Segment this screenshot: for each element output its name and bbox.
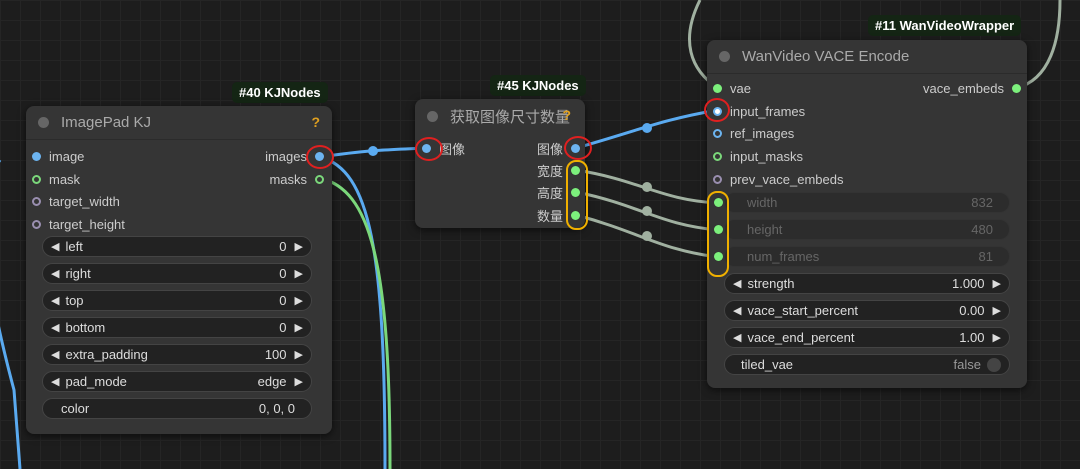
- highlight-circle: [704, 98, 730, 122]
- highlight-circle: [415, 137, 443, 161]
- node-title[interactable]: 获取图像尺寸数量: [415, 99, 585, 133]
- collapse-dot-icon[interactable]: [38, 117, 49, 128]
- title-text: ImagePad KJ: [61, 114, 152, 131]
- widget-color[interactable]: color 0, 0, 0: [42, 398, 312, 419]
- help-icon[interactable]: ?: [562, 107, 571, 123]
- node-imagepad-kj[interactable]: ImagePad KJ ? image mask target_width ta…: [26, 106, 332, 434]
- widget-vace-end-percent[interactable]: ◀ vace_end_percent 1.00 ▶: [724, 327, 1010, 348]
- highlight-circle: [564, 136, 592, 160]
- node-badge: #40 KJNodes: [232, 82, 328, 103]
- widget-num-frames: num_frames 81: [724, 246, 1010, 267]
- widget-height: height 480: [724, 219, 1010, 240]
- collapse-dot-icon[interactable]: [427, 110, 438, 122]
- highlight-oval: [707, 191, 729, 277]
- widget-right[interactable]: ◀ right 0 ▶: [42, 263, 312, 284]
- node-title[interactable]: ImagePad KJ: [26, 106, 332, 140]
- title-text: 获取图像尺寸数量: [450, 108, 571, 126]
- wire-image-in: [0, 160, 22, 469]
- highlight-oval: [566, 160, 588, 230]
- node-get-image-size[interactable]: 获取图像尺寸数量 ? 图像 图像 宽度 高度 数量: [415, 99, 585, 228]
- widget-left[interactable]: ◀ left 0 ▶: [42, 236, 312, 257]
- widget-extra-padding[interactable]: ◀ extra_padding 100 ▶: [42, 344, 312, 365]
- toggle-knob-icon: [987, 357, 1001, 372]
- output-masks[interactable]: masks: [269, 170, 324, 188]
- input-target-width[interactable]: target_width: [32, 192, 120, 210]
- input-target-height[interactable]: target_height: [32, 215, 125, 233]
- widget-pad-mode[interactable]: ◀ pad_mode edge ▶: [42, 371, 312, 392]
- input-prev-vace-embeds[interactable]: prev_vace_embeds: [713, 170, 843, 188]
- input-mask[interactable]: mask: [32, 170, 80, 188]
- highlight-circle: [306, 145, 334, 169]
- widget-width: width 832: [724, 192, 1010, 213]
- widget-bottom[interactable]: ◀ bottom 0 ▶: [42, 317, 312, 338]
- input-image[interactable]: image: [32, 147, 84, 165]
- node-title[interactable]: WanVideo VACE Encode: [707, 40, 1027, 74]
- node-badge: #11 WanVideoWrapper: [868, 15, 1022, 36]
- input-ref-images[interactable]: ref_images: [713, 124, 794, 142]
- collapse-dot-icon[interactable]: [719, 51, 730, 62]
- title-text: WanVideo VACE Encode: [742, 48, 910, 65]
- node-wanvideo-vace-encode[interactable]: WanVideo VACE Encode vae input_frames re…: [707, 40, 1027, 388]
- widget-strength[interactable]: ◀ strength 1.000 ▶: [724, 273, 1010, 294]
- output-vace-embeds[interactable]: vace_embeds: [923, 79, 1021, 97]
- input-input-masks[interactable]: input_masks: [713, 147, 803, 165]
- widget-vace-start-percent[interactable]: ◀ vace_start_percent 0.00 ▶: [724, 300, 1010, 321]
- widget-top[interactable]: ◀ top 0 ▶: [42, 290, 312, 311]
- node-badge: #45 KJNodes: [490, 75, 586, 96]
- toggle-tiled-vae[interactable]: tiled_vae false: [724, 354, 1010, 375]
- help-icon[interactable]: ?: [311, 114, 320, 130]
- input-vae[interactable]: vae: [713, 79, 751, 97]
